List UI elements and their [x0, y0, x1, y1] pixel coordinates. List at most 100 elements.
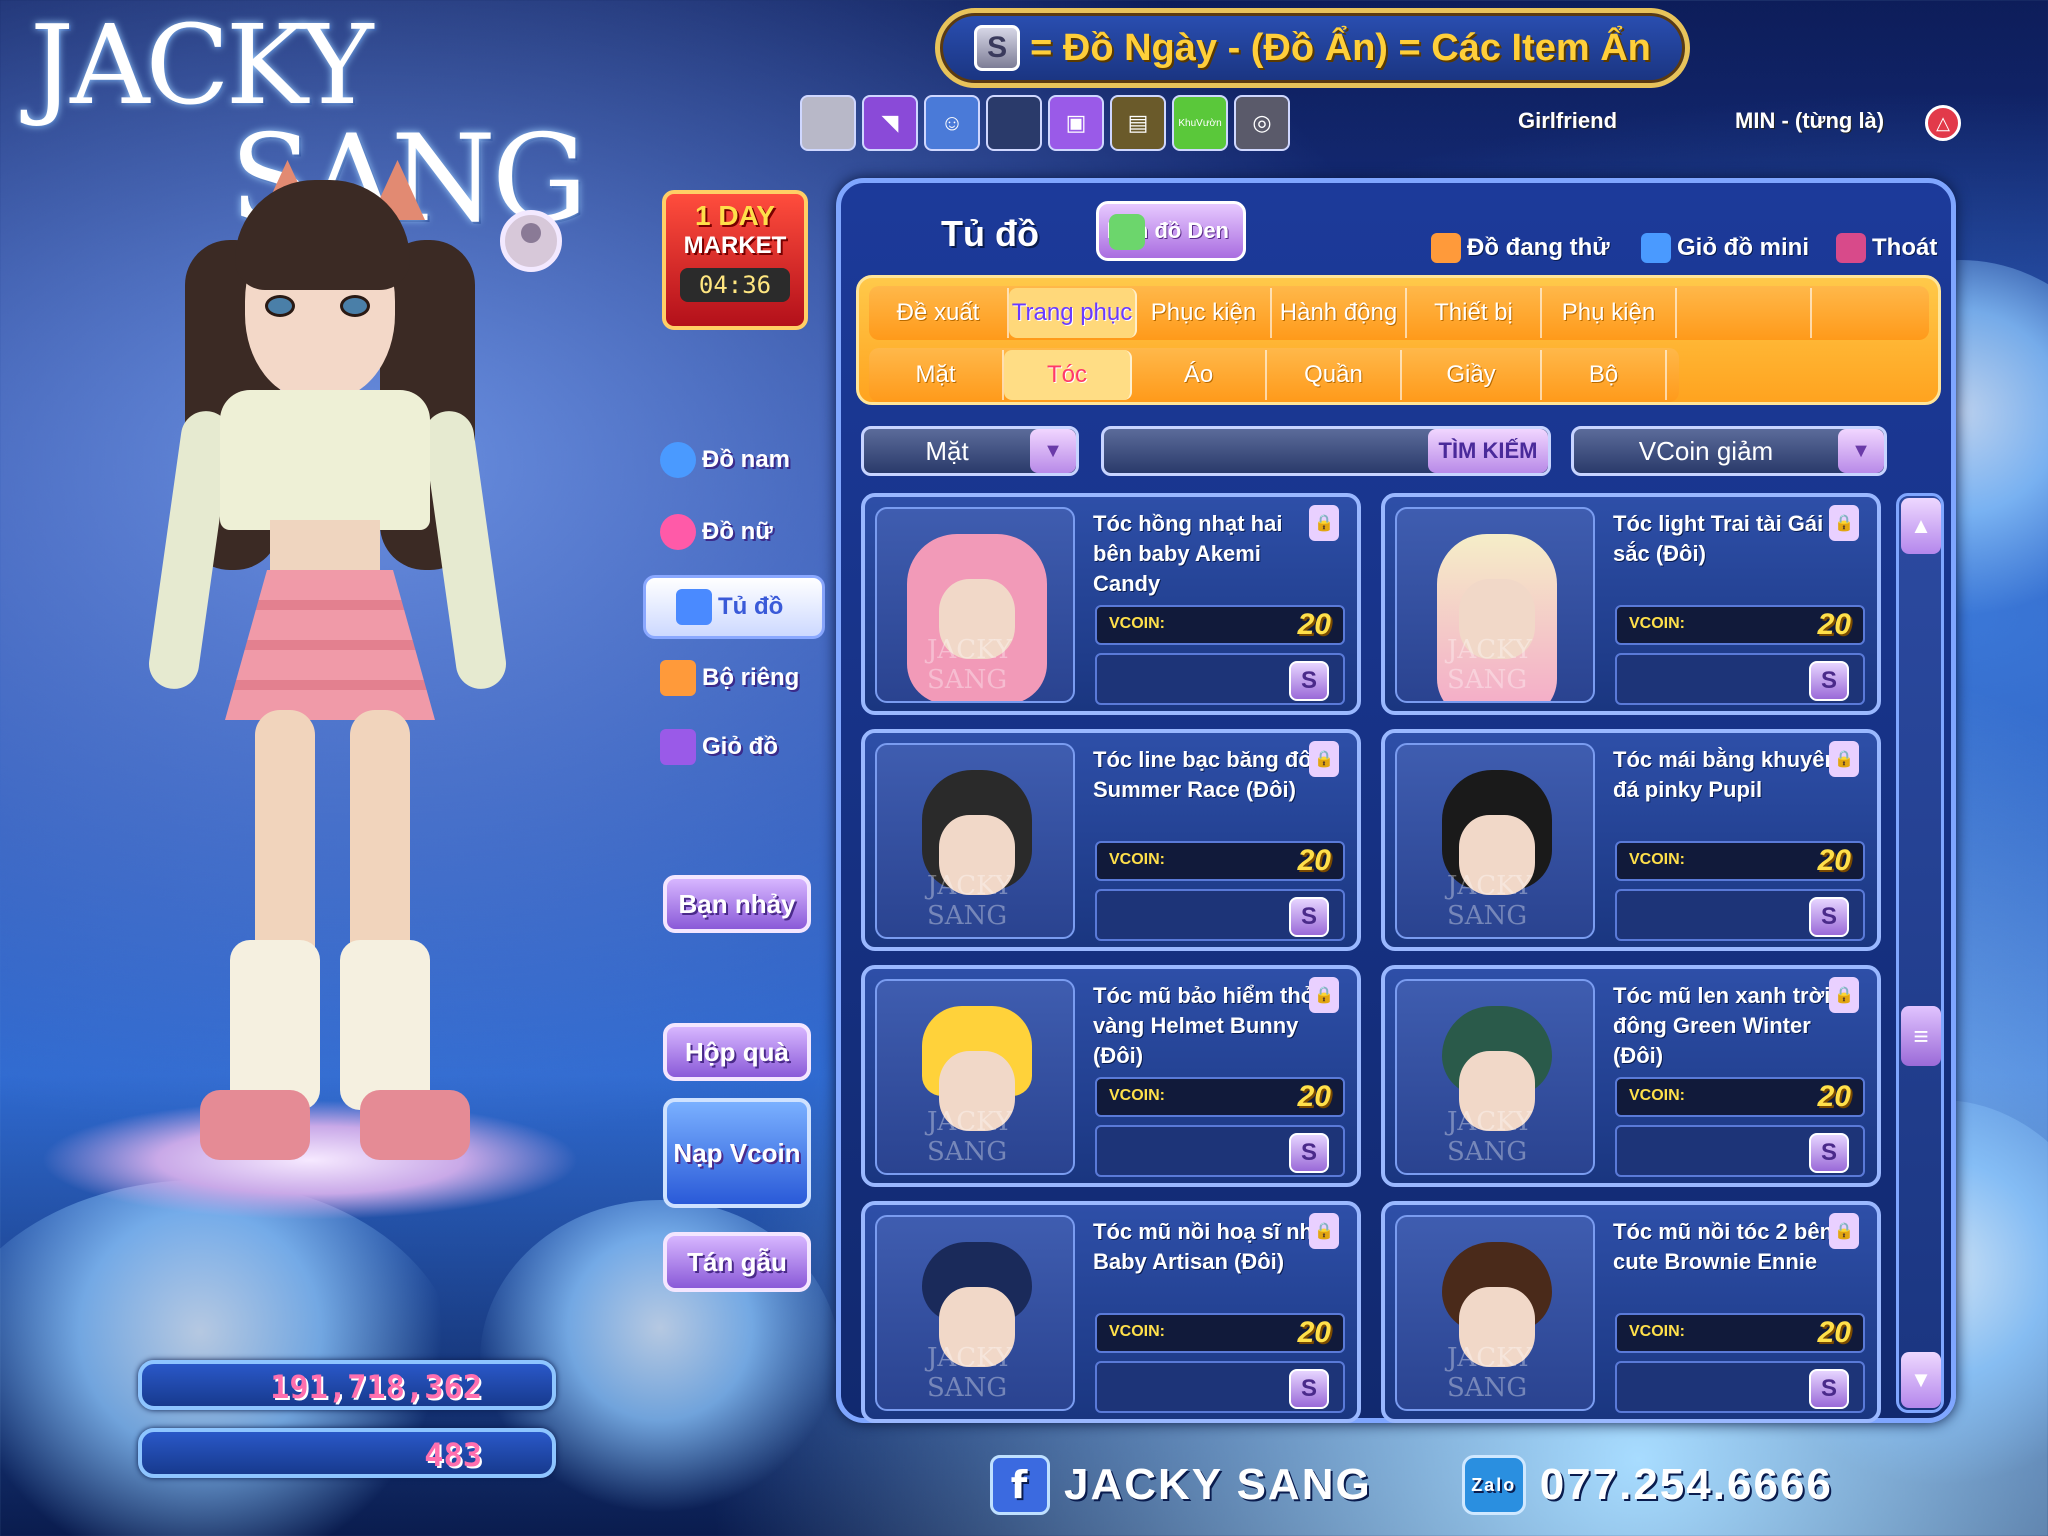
dark-shape-icon[interactable]: [986, 95, 1042, 151]
photo-icon[interactable]: ▤: [1110, 95, 1166, 151]
price-value: 20: [1817, 1316, 1851, 1349]
market-title-1: 1 DAY: [695, 200, 775, 231]
sidebar-item-gio-do[interactable]: Giỏ đồ: [660, 722, 820, 772]
lock-icon[interactable]: 🔒: [1309, 977, 1339, 1013]
sidebar-item-do-nam[interactable]: Đồ nam: [660, 435, 820, 485]
chevron-down-icon[interactable]: ▼: [1838, 429, 1884, 473]
action-area: S: [1615, 1361, 1865, 1413]
item-card[interactable]: JACKY SANG Tóc light Trai tài Gái sắc (Đ…: [1381, 493, 1881, 715]
s-item-button[interactable]: S: [1809, 1369, 1849, 1409]
s-item-button[interactable]: S: [1289, 897, 1329, 937]
item-card[interactable]: JACKY SANG Tóc hồng nhạt hai bên baby Ak…: [861, 493, 1361, 715]
tab-thiet-bi[interactable]: Thiết bị: [1407, 288, 1542, 338]
tv-icon[interactable]: ▣: [1048, 95, 1104, 151]
price-value: 20: [1817, 1080, 1851, 1113]
search-button[interactable]: TÌM KIẾM: [1428, 429, 1548, 473]
ban-nhay-button[interactable]: Bạn nhảy: [663, 875, 811, 933]
shirt-icon: [1431, 233, 1461, 263]
tab-empty: [1677, 288, 1812, 338]
nap-vcoin-button[interactable]: Nạp Vcoin: [663, 1098, 811, 1208]
gray-circle-icon[interactable]: ◎: [1234, 95, 1290, 151]
hop-qua-button[interactable]: Hộp quà: [663, 1023, 811, 1081]
lock-icon[interactable]: 🔒: [1829, 1213, 1859, 1249]
one-day-market-button[interactable]: 1 DAY MARKET 04:36: [662, 190, 808, 330]
do-dang-thu-link[interactable]: Đồ đang thử: [1431, 233, 1610, 263]
tan-gau-button[interactable]: Tán gẫu: [663, 1232, 811, 1292]
lock-icon[interactable]: 🔒: [1309, 741, 1339, 777]
girlfriend-label[interactable]: Girlfriend: [1518, 108, 1617, 134]
item-card[interactable]: JACKY SANG Tóc mái bằng khuyên đá pinky …: [1381, 729, 1881, 951]
tab-de-xuat[interactable]: Đề xuất: [869, 288, 1009, 338]
min-label[interactable]: MIN - (từng là): [1735, 108, 1884, 134]
sidebar-item-do-nu[interactable]: Đồ nữ: [660, 507, 820, 557]
vcoin-value: 483: [424, 1436, 482, 1474]
tab-phu-kien[interactable]: Phụ kiện: [1542, 288, 1677, 338]
price-box: VCOIN: 20: [1095, 1313, 1345, 1353]
category-dropdown[interactable]: Mặt ▼: [861, 426, 1079, 476]
s-item-button[interactable]: S: [1809, 897, 1849, 937]
scroll-up-icon[interactable]: ▲: [1901, 498, 1941, 554]
item-card[interactable]: JACKY SANG Tóc mũ bảo hiểm thỏ vàng Helm…: [861, 965, 1361, 1187]
tab-toc[interactable]: Tóc: [1004, 350, 1132, 400]
footer-contact: f JACKY SANG Zalo 077.254.6666: [990, 1455, 1833, 1515]
search-box: TÌM KIẾM: [1101, 426, 1551, 476]
tab-quan[interactable]: Quần: [1267, 350, 1402, 400]
s-badge-icon: S: [974, 25, 1021, 71]
basket-icon: [660, 729, 696, 765]
sidebar-item-tu-do[interactable]: Tủ đồ: [643, 575, 825, 639]
item-card[interactable]: JACKY SANG Tóc mũ nồi hoạ sĩ nhí Baby Ar…: [861, 1201, 1361, 1423]
wardrobe-icon: [676, 589, 712, 625]
s-item-button[interactable]: S: [1289, 661, 1329, 701]
action-area: S: [1615, 1125, 1865, 1177]
sidebar-item-bo-rieng[interactable]: Bộ riêng: [660, 653, 820, 703]
lock-icon[interactable]: 🔒: [1829, 505, 1859, 541]
action-area: S: [1095, 653, 1345, 705]
tab-giay[interactable]: Giầy: [1402, 350, 1542, 400]
item-card[interactable]: JACKY SANG Tóc mũ nồi tóc 2 bên cute Bro…: [1381, 1201, 1881, 1423]
price-box: VCOIN: 20: [1615, 605, 1865, 645]
lock-icon[interactable]: 🔒: [1829, 741, 1859, 777]
s-item-button[interactable]: S: [1289, 1369, 1329, 1409]
category-tabs: Đề xuất Trang phục Phục kiện Hành động T…: [856, 275, 1941, 405]
purple-horn-icon[interactable]: ◥: [862, 95, 918, 151]
tab-phuc-kien[interactable]: Phục kiện: [1137, 288, 1272, 338]
scroll-thumb[interactable]: ≡: [1901, 1006, 1941, 1066]
tab-trang-phuc[interactable]: Trang phục: [1009, 288, 1137, 338]
price-box: VCOIN: 20: [1615, 841, 1865, 881]
item-name: Tóc line bạc băng đô Summer Race (Đôi): [1093, 747, 1312, 802]
lock-icon[interactable]: 🔒: [1309, 505, 1339, 541]
thoat-link[interactable]: Thoát: [1836, 233, 1937, 263]
pet-icon[interactable]: ☺: [924, 95, 980, 151]
s-item-button[interactable]: S: [1289, 1133, 1329, 1173]
item-thumbnail: JACKY SANG: [875, 507, 1075, 703]
price-label: VCOIN:: [1629, 1087, 1685, 1104]
item-name: Tóc hồng nhạt hai bên baby Akemi Candy: [1093, 511, 1283, 596]
action-area: S: [1615, 653, 1865, 705]
chevron-down-icon[interactable]: ▼: [1030, 429, 1076, 473]
item-scrollbar[interactable]: ▲ ≡ ▼: [1896, 493, 1944, 1413]
gio-do-mini-link[interactable]: Giỏ đồ mini: [1641, 233, 1809, 263]
gray-box-icon[interactable]: [800, 95, 856, 151]
garden-icon[interactable]: KhuVườn: [1172, 95, 1228, 151]
price-label: VCOIN:: [1629, 1323, 1685, 1340]
cart-icon: [1641, 233, 1671, 263]
alert-icon[interactable]: △: [1925, 105, 1961, 141]
price-label: VCOIN:: [1109, 615, 1165, 632]
scroll-down-icon[interactable]: ▼: [1901, 1352, 1941, 1408]
price-label: VCOIN:: [1109, 851, 1165, 868]
s-item-button[interactable]: S: [1809, 1133, 1849, 1173]
tab-ao[interactable]: Áo: [1132, 350, 1267, 400]
player-character: [145, 150, 510, 1230]
item-card[interactable]: JACKY SANG Tóc mũ len xanh trời đông Gre…: [1381, 965, 1881, 1187]
sort-dropdown[interactable]: VCoin giảm ▼: [1571, 426, 1887, 476]
item-card[interactable]: JACKY SANG Tóc line bạc băng đô Summer R…: [861, 729, 1361, 951]
s-item-button[interactable]: S: [1809, 661, 1849, 701]
lock-icon[interactable]: 🔒: [1309, 1213, 1339, 1249]
lock-icon[interactable]: 🔒: [1829, 977, 1859, 1013]
tab-mat[interactable]: Mặt: [869, 350, 1004, 400]
tab-hanh-dong[interactable]: Hành động: [1272, 288, 1407, 338]
tab-bo[interactable]: Bộ: [1542, 350, 1667, 400]
ban-do-den-button[interactable]: Bán đồ Den: [1096, 201, 1246, 261]
search-input[interactable]: [1104, 437, 1404, 465]
item-name: Tóc mũ bảo hiểm thỏ vàng Helmet Bunny (Đ…: [1093, 983, 1315, 1068]
